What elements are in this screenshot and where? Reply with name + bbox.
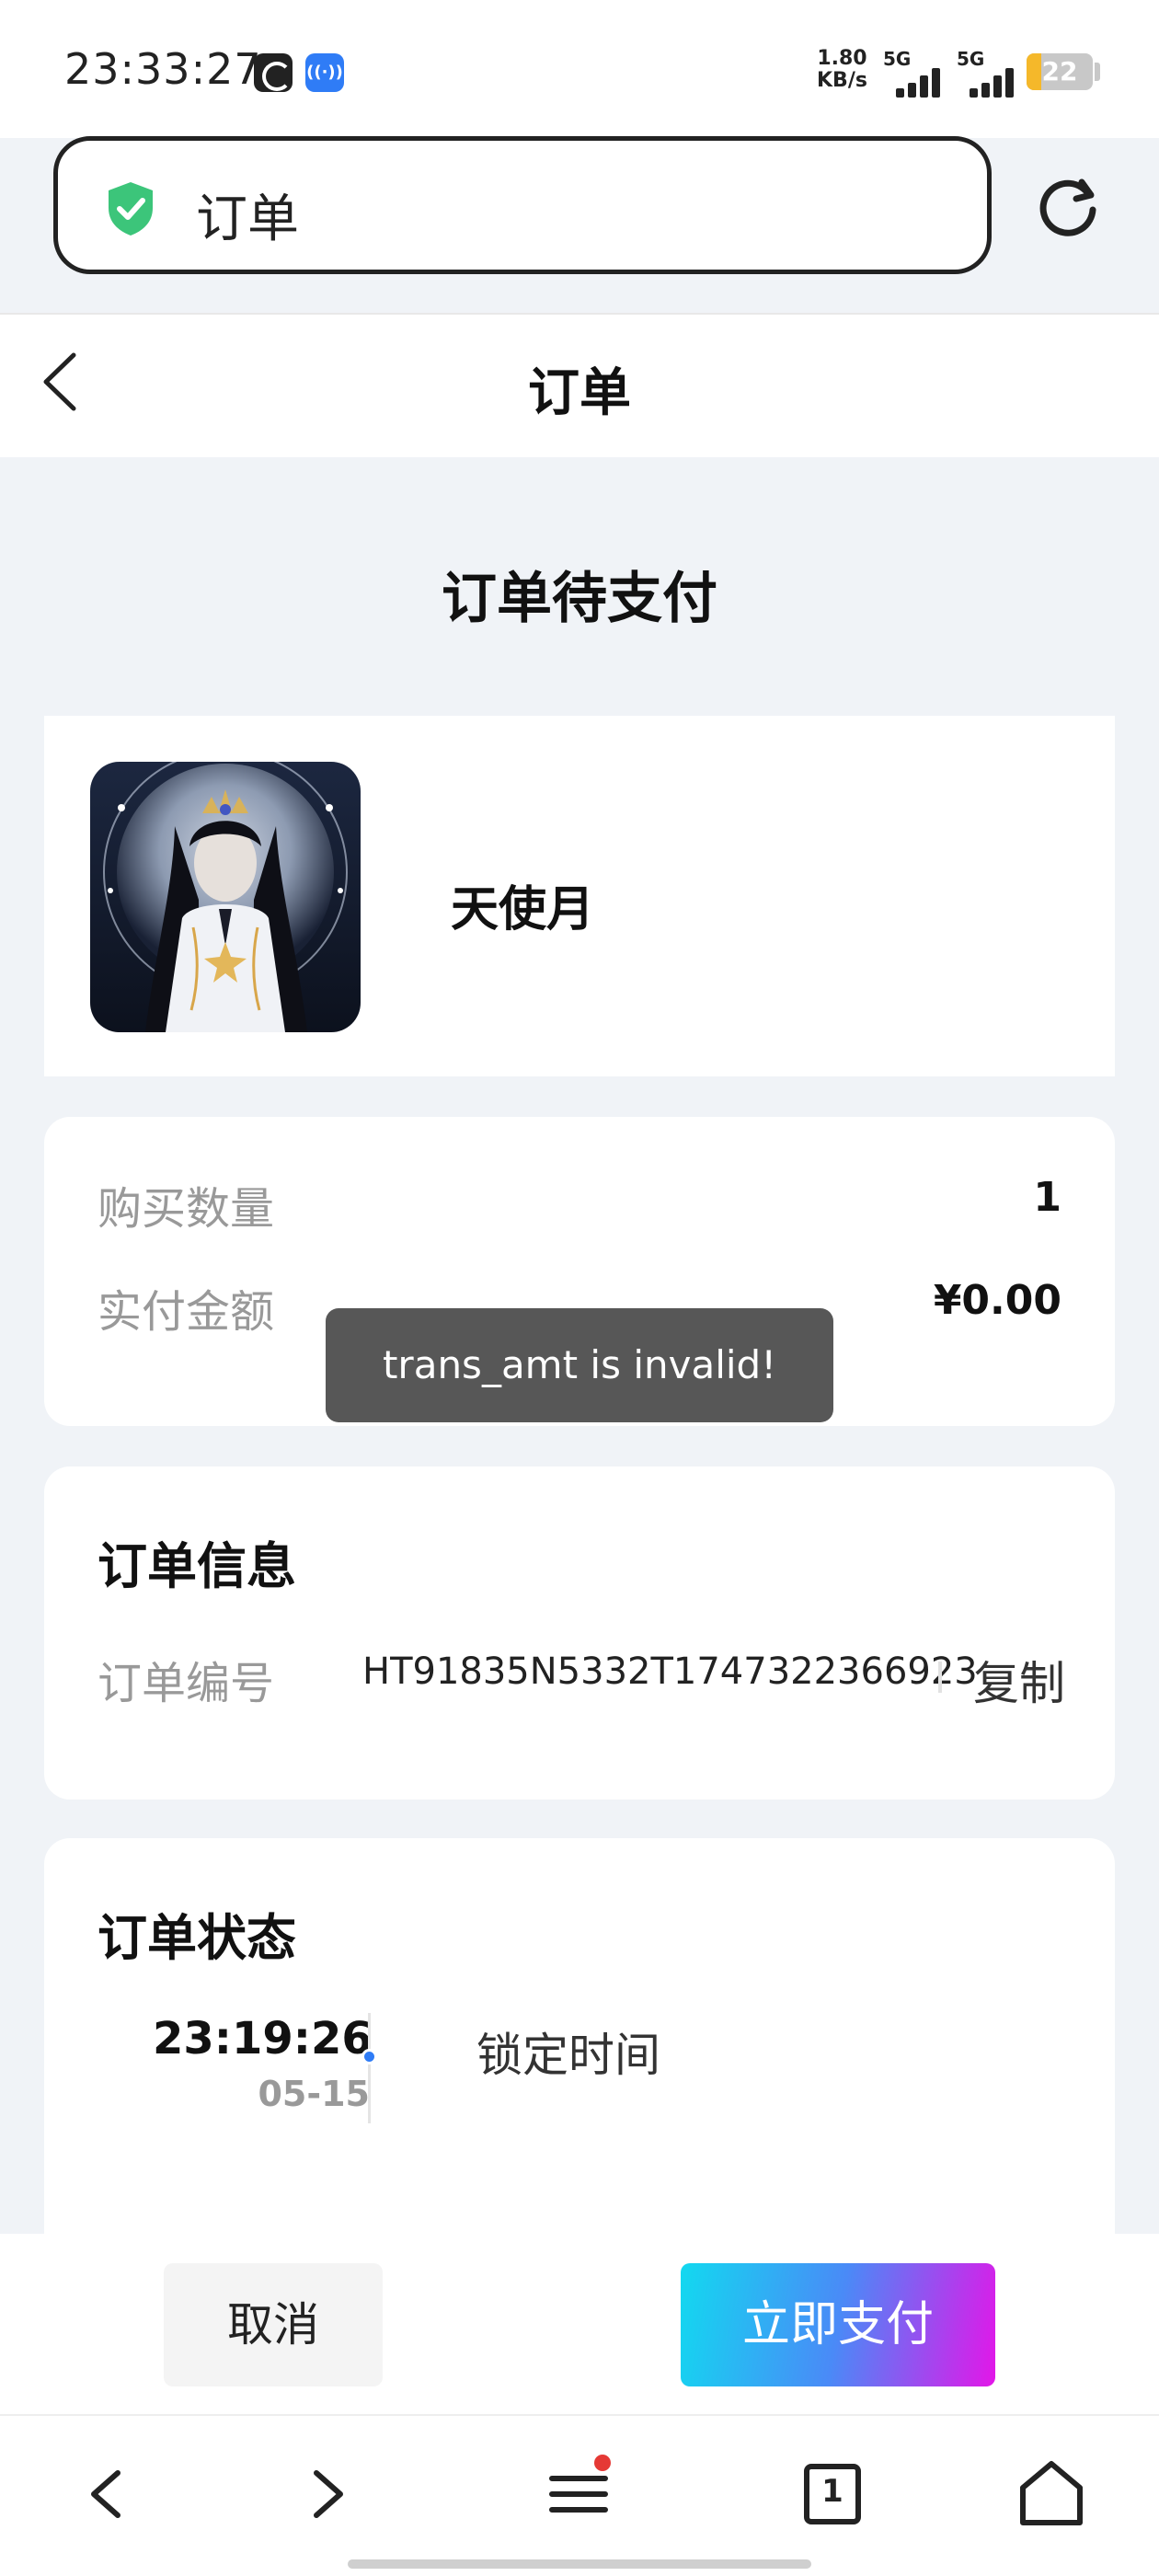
tab-count: 1 [821, 2473, 843, 2510]
timeline-line [368, 2013, 371, 2123]
shield-check-icon [109, 182, 153, 236]
error-toast: trans_amt is invalid! [326, 1308, 833, 1422]
menu-badge-dot [594, 2455, 611, 2471]
forward-icon[interactable] [285, 2453, 368, 2536]
app-status-icon [254, 53, 293, 92]
browser-navigation-bar: 1 [0, 2414, 1159, 2576]
status-time: 23:33:27 [64, 44, 262, 94]
network-speed-unit: KB/s [817, 69, 867, 92]
timeline-date: 05-15 [258, 2074, 370, 2114]
battery-icon: 22 [1027, 53, 1093, 90]
action-bar: 取消 立即支付 [0, 2234, 1159, 2414]
address-bar[interactable]: 订单 [53, 136, 992, 274]
copy-button[interactable]: 复制 [973, 1647, 1065, 1713]
product-thumbnail [90, 762, 361, 1032]
network-speed-value: 1.80 [817, 47, 867, 70]
product-name: 天使月 [451, 882, 595, 937]
copy-divider [938, 1662, 942, 1693]
menu-icon[interactable] [537, 2453, 620, 2536]
order-status-title: 订单状态 [98, 1909, 296, 1967]
home-indicator[interactable] [348, 2559, 811, 2569]
order-number-label: 订单编号 [98, 1658, 275, 1709]
quantity-value: 1 [1033, 1174, 1061, 1221]
cancel-button[interactable]: 取消 [164, 2263, 383, 2386]
timeline-time: 23:19:26 [153, 2013, 373, 2064]
amount-value: ¥0.00 [933, 1277, 1061, 1324]
refresh-icon[interactable] [1036, 175, 1100, 239]
order-status-heading: 订单待支付 [442, 567, 717, 631]
address-text: 订单 [196, 190, 299, 249]
page-header: 订单 [0, 315, 1159, 457]
product-card[interactable]: 天使月 [44, 716, 1115, 1076]
timeline-dot [361, 2049, 377, 2064]
order-status-card: 订单状态 23:19:26 05-15 锁定时间 [44, 1838, 1115, 2234]
amount-label: 实付金额 [98, 1286, 275, 1338]
battery-level: 22 [1041, 56, 1078, 86]
order-info-card: 订单信息 订单编号 HT91835N5332T1747322366923 复制 [44, 1466, 1115, 1800]
back-icon[interactable] [66, 2453, 149, 2536]
battery-tip [1095, 63, 1100, 81]
home-icon[interactable] [1010, 2453, 1093, 2536]
tabs-icon[interactable]: 1 [791, 2453, 874, 2536]
pay-now-button[interactable]: 立即支付 [681, 2263, 995, 2386]
timeline-label: 锁定时间 [476, 2029, 660, 2082]
order-number-value: HT91835N5332T1747322366923 [362, 1650, 978, 1693]
status-bar: 23:33:27 ((·)) 1.80 KB/s 5G 5G 22 [0, 0, 1159, 138]
nfc-icon: ((·)) [305, 53, 344, 92]
network-speed: 1.80 KB/s [817, 48, 867, 92]
page-title: 订单 [528, 363, 631, 423]
order-info-title: 订单信息 [98, 1537, 296, 1595]
quantity-label: 购买数量 [98, 1183, 275, 1235]
